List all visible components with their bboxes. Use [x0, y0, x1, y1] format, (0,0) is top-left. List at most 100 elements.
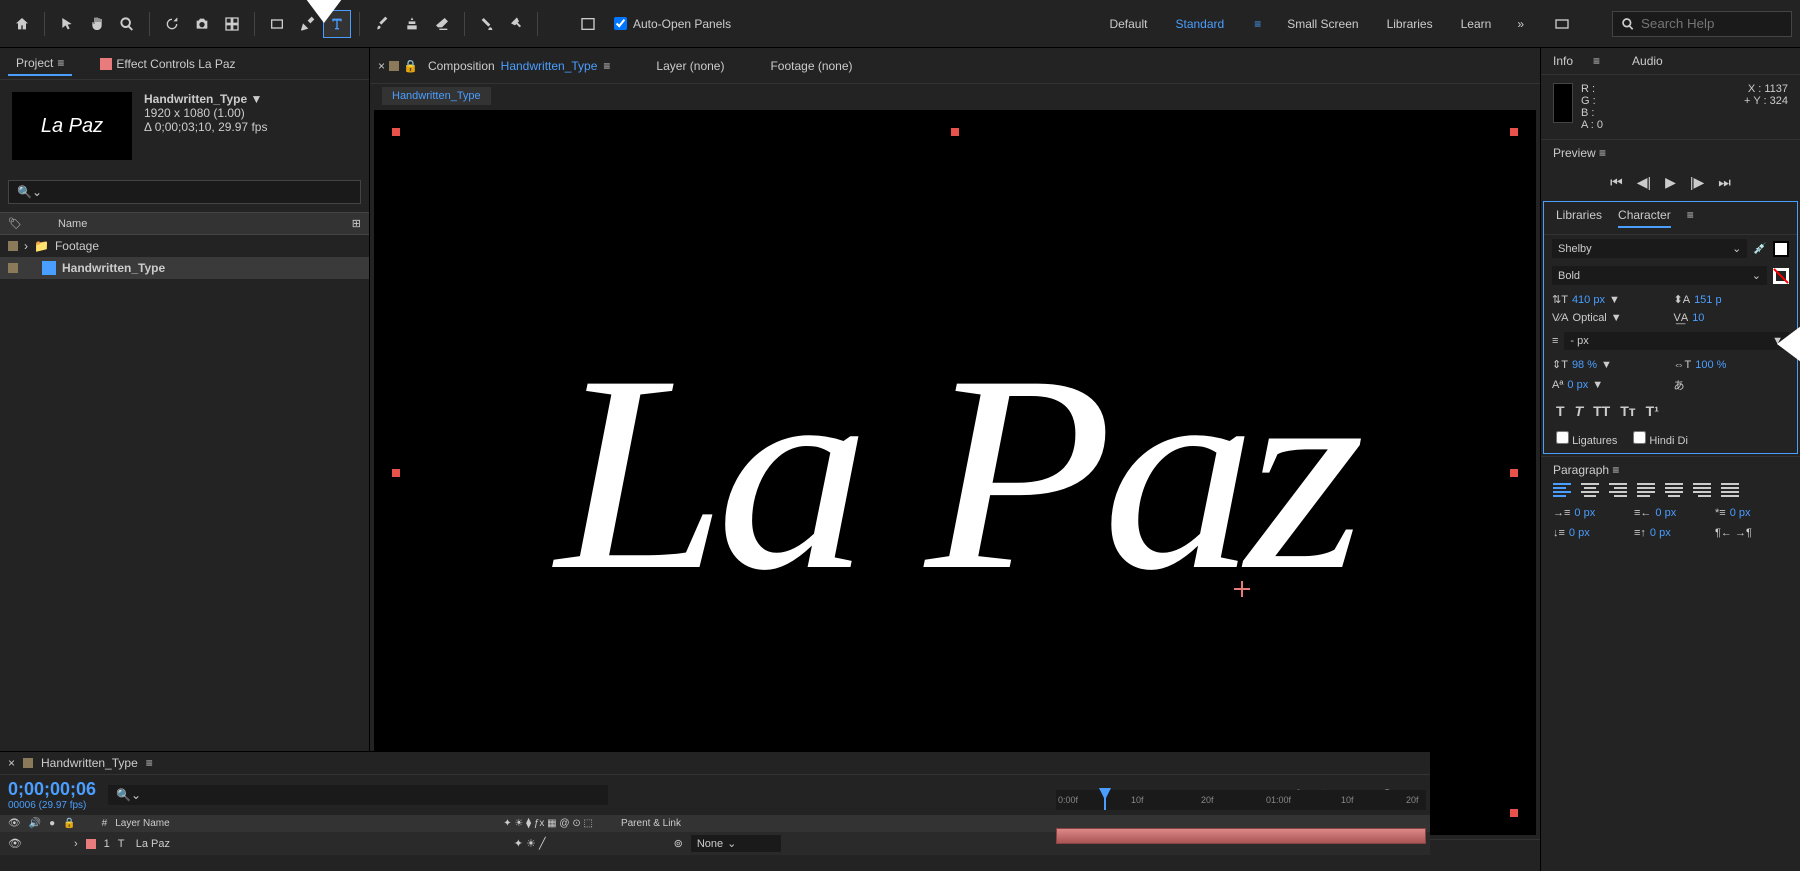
pan-behind-tool-icon[interactable]: [218, 10, 246, 38]
justify-center-button[interactable]: [1665, 483, 1683, 497]
current-time-display[interactable]: 0;00;00;06: [8, 779, 96, 800]
composition-tab[interactable]: Composition Handwritten_Type ≡: [422, 55, 616, 77]
play-icon[interactable]: ▶: [1665, 174, 1676, 191]
info-tab[interactable]: Info: [1553, 54, 1573, 68]
font-style-dropdown[interactable]: Bold⌄: [1552, 266, 1767, 285]
search-help-input[interactable]: [1641, 16, 1783, 31]
visibility-toggle[interactable]: 👁: [8, 837, 22, 850]
font-family-dropdown[interactable]: Shelby⌄: [1552, 239, 1747, 258]
align-right-button[interactable]: [1609, 483, 1627, 497]
justify-left-button[interactable]: [1637, 483, 1655, 497]
time-ruler[interactable]: 0:00f 10f 20f 01:00f 10f 20f: [1056, 790, 1426, 810]
paragraph-tab[interactable]: Paragraph: [1553, 463, 1609, 477]
space-after-input[interactable]: ≡↑ 0 px: [1634, 527, 1707, 539]
audio-tab[interactable]: Audio: [1632, 54, 1663, 68]
orbit-tool-icon[interactable]: [158, 10, 186, 38]
tsume-input[interactable]: あ: [1674, 377, 1790, 393]
stroke-color-swatch[interactable]: [1773, 268, 1789, 284]
search-help[interactable]: [1612, 11, 1792, 37]
baseline-shift-input[interactable]: Aª0 px▼: [1552, 377, 1668, 393]
handle-middle-left[interactable]: [392, 469, 400, 477]
flowchart-icon[interactable]: ⊞: [352, 217, 361, 230]
preview-tab[interactable]: Preview: [1553, 146, 1596, 160]
prev-frame-icon[interactable]: ◀|: [1637, 174, 1651, 191]
comp-thumbnail[interactable]: La Paz: [12, 92, 132, 160]
workspace-default[interactable]: Default: [1107, 11, 1149, 37]
zoom-tool-icon[interactable]: [113, 10, 141, 38]
close-timeline-icon[interactable]: ×: [8, 756, 15, 770]
first-frame-icon[interactable]: ⏮: [1610, 174, 1623, 191]
comp-breadcrumb[interactable]: Handwritten_Type: [370, 84, 1540, 106]
indent-right-input[interactable]: ≡← 0 px: [1634, 507, 1707, 519]
roto-brush-tool-icon[interactable]: [473, 10, 501, 38]
indent-first-input[interactable]: *≡ 0 px: [1715, 507, 1788, 519]
expand-icon[interactable]: ›: [24, 239, 28, 253]
panel-toggle-icon[interactable]: [574, 10, 602, 38]
handle-middle-right[interactable]: [1510, 469, 1518, 477]
parent-pickwhip-icon[interactable]: ⊚: [674, 837, 683, 850]
home-icon[interactable]: [8, 10, 36, 38]
align-left-button[interactable]: [1553, 483, 1571, 497]
libraries-tab[interactable]: Libraries: [1556, 208, 1602, 228]
ligatures-checkbox[interactable]: Ligatures: [1556, 431, 1617, 447]
expand-layer-icon[interactable]: ›: [74, 838, 78, 850]
next-frame-icon[interactable]: |▶: [1690, 174, 1704, 191]
handle-bottom-right[interactable]: [1510, 809, 1518, 817]
workspace-small-screen[interactable]: Small Screen: [1285, 11, 1360, 37]
align-center-button[interactable]: [1581, 483, 1599, 497]
canvas-text[interactable]: La Paz: [556, 311, 1354, 634]
workspace-menu-icon[interactable]: ≡: [1254, 17, 1261, 31]
italic-button[interactable]: T: [1575, 403, 1584, 419]
last-frame-icon[interactable]: ⏭: [1718, 174, 1731, 191]
leading-input[interactable]: ⬍A151 p: [1674, 293, 1790, 306]
puppet-tool-icon[interactable]: [503, 10, 531, 38]
kerning-dropdown[interactable]: V⁄AOptical▼: [1552, 312, 1668, 324]
project-tab[interactable]: Project ≡: [8, 52, 72, 76]
parent-dropdown[interactable]: None⌄: [691, 835, 781, 852]
superscript-button[interactable]: T¹: [1646, 403, 1659, 419]
selection-tool-icon[interactable]: [53, 10, 81, 38]
tracking-input[interactable]: V͟A10: [1674, 312, 1790, 324]
space-before-input[interactable]: ↓≡ 0 px: [1553, 527, 1626, 539]
all-caps-button[interactable]: TT: [1593, 403, 1610, 419]
layer-name[interactable]: La Paz: [136, 838, 506, 850]
hindi-digits-checkbox[interactable]: Hindi Di: [1633, 431, 1688, 447]
bold-button[interactable]: T: [1556, 403, 1565, 419]
vertical-scale-input[interactable]: ⇕T98 %▼: [1552, 358, 1668, 371]
name-column-header[interactable]: 🏷 Name ⊞: [0, 212, 369, 235]
footage-tab[interactable]: Footage (none): [764, 55, 858, 77]
font-size-input[interactable]: ⇅T410 px▼: [1552, 293, 1668, 306]
brush-tool-icon[interactable]: [368, 10, 396, 38]
layer-bar[interactable]: [1056, 828, 1426, 844]
small-caps-button[interactable]: Tᴛ: [1620, 403, 1635, 419]
layer-tab[interactable]: Layer (none): [650, 55, 730, 77]
camera-tool-icon[interactable]: [188, 10, 216, 38]
rectangle-tool-icon[interactable]: [263, 10, 291, 38]
folder-footage[interactable]: › 📁 Footage: [0, 235, 369, 257]
composition-viewport[interactable]: La Paz: [374, 110, 1536, 835]
horizontal-scale-input[interactable]: ⇔T100 %: [1674, 358, 1790, 371]
close-tab-icon[interactable]: ×: [378, 59, 385, 73]
handle-top-center[interactable]: [951, 128, 959, 136]
project-search[interactable]: 🔍⌄: [8, 180, 361, 204]
handle-top-left[interactable]: [392, 128, 400, 136]
eraser-tool-icon[interactable]: [428, 10, 456, 38]
clone-stamp-tool-icon[interactable]: [398, 10, 426, 38]
playhead[interactable]: [1104, 790, 1106, 810]
stroke-width-input[interactable]: - px▼: [1564, 332, 1789, 350]
eyedropper-icon[interactable]: 💉: [1753, 242, 1767, 255]
workspace-standard[interactable]: Standard: [1173, 11, 1226, 37]
character-tab[interactable]: Character: [1618, 208, 1671, 228]
indent-left-input[interactable]: →≡ 0 px: [1553, 507, 1626, 519]
hand-tool-icon[interactable]: [83, 10, 111, 38]
justify-right-button[interactable]: [1693, 483, 1711, 497]
sync-settings-icon[interactable]: [1548, 10, 1576, 38]
handle-top-right[interactable]: [1510, 128, 1518, 136]
workspace-overflow-icon[interactable]: »: [1517, 17, 1524, 31]
lock-icon[interactable]: 🔒: [403, 59, 418, 73]
justify-all-button[interactable]: [1721, 483, 1739, 497]
text-direction-buttons[interactable]: ¶← →¶: [1715, 527, 1788, 539]
fill-color-swatch[interactable]: [1773, 241, 1789, 257]
auto-open-checkbox[interactable]: [614, 17, 627, 30]
timeline-search[interactable]: 🔍⌄: [108, 785, 608, 805]
